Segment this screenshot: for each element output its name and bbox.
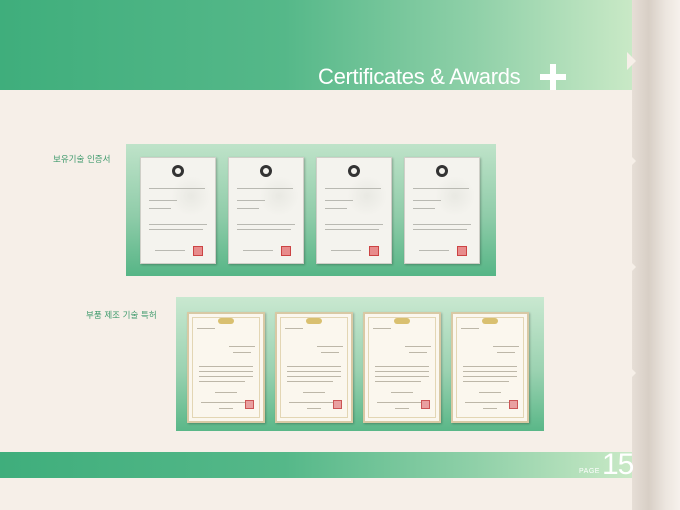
certificate-logo <box>348 165 360 177</box>
patent-emblem <box>482 318 498 324</box>
seal-stamp <box>245 400 254 409</box>
section-label-parts-patents: 부품 제조 기술 특허 <box>86 311 157 321</box>
page-edge <box>632 0 680 510</box>
plus-icon <box>540 64 566 90</box>
tab-notch <box>627 258 636 276</box>
patent-document[interactable] <box>363 312 441 423</box>
certificate-document[interactable] <box>228 157 304 264</box>
tab-notch <box>627 152 636 170</box>
certificate-watermark <box>347 176 387 216</box>
certificate-logo <box>260 165 272 177</box>
patent-document[interactable] <box>187 312 265 423</box>
patents-panel <box>176 297 544 431</box>
footer-band <box>0 452 632 478</box>
seal-stamp <box>333 400 342 409</box>
certificate-logo <box>436 165 448 177</box>
seal-stamp <box>281 246 291 256</box>
patent-emblem <box>306 318 322 324</box>
tab-notch <box>627 52 636 70</box>
page-label: PAGE <box>579 468 600 475</box>
header-band <box>0 0 632 90</box>
patent-document[interactable] <box>451 312 529 423</box>
page-number: 15 <box>602 448 634 481</box>
seal-stamp <box>509 400 518 409</box>
certificate-document[interactable] <box>316 157 392 264</box>
certificate-document[interactable] <box>404 157 480 264</box>
patent-emblem <box>394 318 410 324</box>
tab-notch <box>627 364 636 382</box>
seal-stamp <box>369 246 379 256</box>
patent-document[interactable] <box>275 312 353 423</box>
patent-emblem <box>218 318 234 324</box>
seal-stamp <box>457 246 467 256</box>
page-title: Certificates & Awards <box>318 64 521 89</box>
certificate-watermark <box>435 176 475 216</box>
certificate-watermark <box>171 176 211 216</box>
section-label-tech-certificates: 보유기술 인증서 <box>53 155 111 165</box>
certificates-panel <box>126 144 496 276</box>
seal-stamp <box>193 246 203 256</box>
certificate-watermark <box>259 176 299 216</box>
certificate-document[interactable] <box>140 157 216 264</box>
seal-stamp <box>421 400 430 409</box>
certificate-logo <box>172 165 184 177</box>
